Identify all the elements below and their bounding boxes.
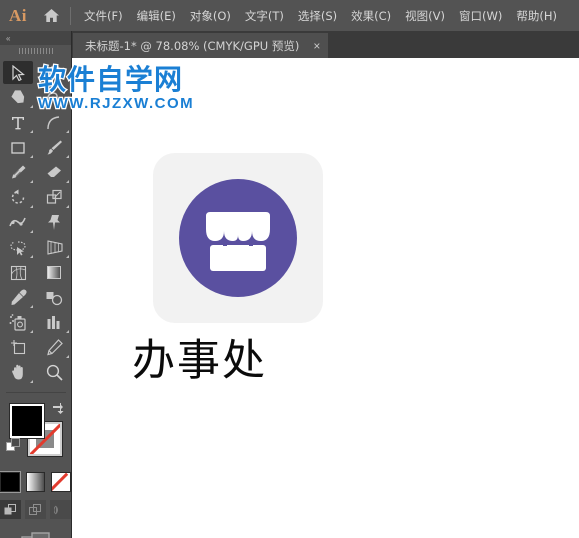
- blend-tool[interactable]: [36, 285, 72, 310]
- free-transform-tool[interactable]: [36, 210, 72, 235]
- draw-behind-button[interactable]: [25, 500, 46, 519]
- close-icon[interactable]: ×: [313, 40, 320, 52]
- eraser-tool[interactable]: [36, 160, 72, 185]
- pen-tool[interactable]: [0, 85, 36, 110]
- tools-panel: «: [0, 31, 72, 538]
- change-screen-mode-button[interactable]: [0, 531, 71, 538]
- office-logo-artwork[interactable]: [153, 153, 323, 323]
- menu-item-list: 文件(F) 编辑(E) 对象(O) 文字(T) 选择(S) 效果(C) 视图(V…: [77, 4, 564, 28]
- paintbrush-tool[interactable]: [36, 135, 72, 160]
- home-icon[interactable]: [36, 8, 66, 23]
- type-tool[interactable]: [0, 110, 36, 135]
- default-fill-stroke-icon[interactable]: [6, 438, 21, 458]
- perspective-grid-tool[interactable]: [36, 235, 72, 260]
- menu-select[interactable]: 选择(S): [291, 4, 344, 28]
- none-mode-button[interactable]: [51, 472, 72, 492]
- tool-grid: [0, 57, 71, 396]
- menu-divider: [70, 6, 71, 25]
- scale-tool[interactable]: [36, 185, 72, 210]
- magic-wand-tool[interactable]: [36, 60, 72, 85]
- artboard-tool[interactable]: [0, 335, 36, 360]
- color-controls: [0, 400, 71, 470]
- rotate-tool[interactable]: [0, 185, 36, 210]
- menu-type[interactable]: 文字(T): [238, 4, 291, 28]
- shape-builder-tool[interactable]: [0, 260, 36, 285]
- eyedropper-tool[interactable]: [0, 285, 36, 310]
- document-tab[interactable]: 未标题-1* @ 78.08% (CMYK/GPU 预览) ×: [73, 33, 329, 58]
- column-graph-tool[interactable]: [36, 310, 72, 335]
- zoom-tool[interactable]: [36, 360, 72, 385]
- storefront-awning-shape: [206, 212, 270, 271]
- menu-view[interactable]: 视图(V): [398, 4, 452, 28]
- hand-tool[interactable]: [0, 360, 36, 385]
- collapse-panel-button[interactable]: «: [0, 31, 71, 45]
- swap-fill-stroke-icon[interactable]: [52, 401, 65, 419]
- selection-tool[interactable]: [0, 60, 36, 85]
- menu-window[interactable]: 窗口(W): [452, 4, 509, 28]
- menu-bar: Ai 文件(F) 编辑(E) 对象(O) 文字(T) 选择(S) 效果(C) 视…: [0, 0, 579, 31]
- symbol-sprayer-tool[interactable]: [0, 310, 36, 335]
- menu-object[interactable]: 对象(O): [183, 4, 238, 28]
- slice-tool[interactable]: [36, 335, 72, 360]
- lasso-tool[interactable]: [0, 235, 36, 260]
- menu-file[interactable]: 文件(F): [77, 4, 130, 28]
- gradient-mode-button[interactable]: [25, 472, 46, 492]
- menu-help[interactable]: 帮助(H): [509, 4, 564, 28]
- artwork-caption: 办事处: [132, 336, 267, 386]
- document-tab-bar: 未标题-1* @ 78.08% (CMYK/GPU 预览) ×: [0, 31, 579, 58]
- color-mode-button[interactable]: [0, 471, 21, 493]
- fill-swatch[interactable]: [10, 404, 44, 438]
- menu-edit[interactable]: 编辑(E): [130, 4, 183, 28]
- menu-effect[interactable]: 效果(C): [344, 4, 398, 28]
- width-tool[interactable]: [0, 210, 36, 235]
- panel-drag-handle[interactable]: [0, 45, 71, 57]
- curvature-tool[interactable]: [36, 85, 72, 110]
- gradient-tool[interactable]: [36, 260, 72, 285]
- draw-normal-button[interactable]: [0, 500, 21, 519]
- rectangle-tool[interactable]: [0, 135, 36, 160]
- paint-mode-buttons: [0, 471, 72, 493]
- shaper-tool[interactable]: [0, 160, 36, 185]
- arc-tool[interactable]: [36, 110, 72, 135]
- canvas-area[interactable]: 办事处: [72, 58, 579, 538]
- draw-inside-button[interactable]: [50, 500, 71, 519]
- tool-divider: [6, 387, 66, 393]
- drawing-mode-buttons: [0, 500, 71, 519]
- ai-app-logo: Ai: [9, 5, 27, 25]
- illustrator-window: Ai 文件(F) 编辑(E) 对象(O) 文字(T) 选择(S) 效果(C) 视…: [0, 0, 579, 538]
- document-tab-title: 未标题-1* @ 78.08% (CMYK/GPU 预览): [85, 38, 300, 53]
